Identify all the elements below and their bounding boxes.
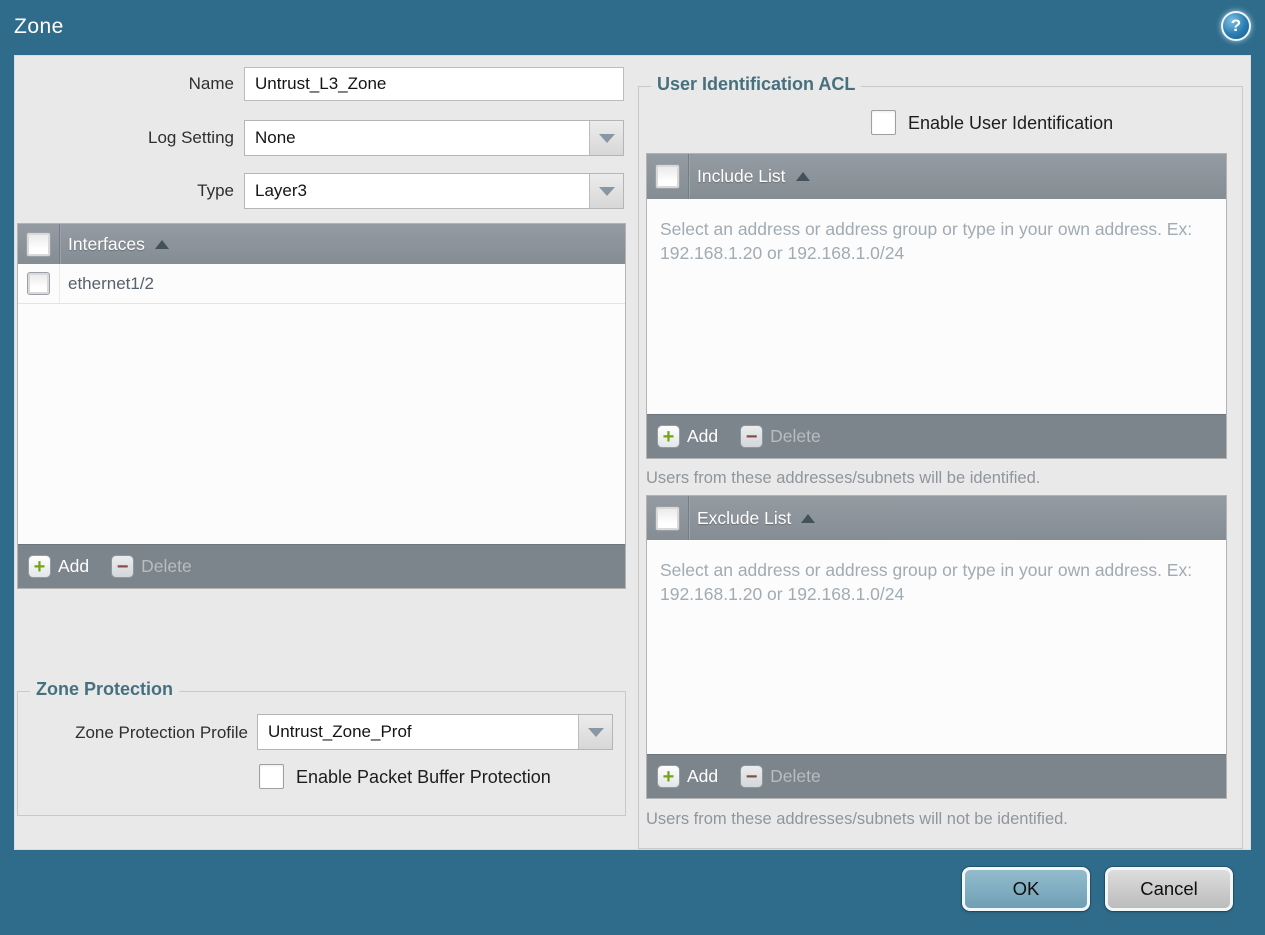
interfaces-table-body: ethernet1/2	[18, 264, 625, 544]
interfaces-select-all-cell	[18, 224, 60, 264]
delete-icon: −	[740, 425, 764, 448]
add-button[interactable]: + Add	[657, 765, 718, 788]
dialog-title: Zone	[14, 15, 64, 38]
log-setting-label: Log Setting	[147, 128, 234, 147]
include-list-table: Include List Select an address or addres…	[646, 153, 1227, 459]
add-label: Add	[687, 426, 719, 446]
chevron-down-icon	[598, 186, 615, 196]
add-icon: +	[28, 555, 51, 578]
exclude-list-placeholder: Select an address or address group or ty…	[660, 560, 1193, 604]
delete-button[interactable]: − Delete	[111, 555, 192, 578]
cancel-button[interactable]: Cancel	[1105, 867, 1233, 911]
ok-button[interactable]: OK	[962, 867, 1090, 911]
table-row[interactable]: ethernet1/2	[18, 264, 625, 304]
exclude-list-column-header[interactable]: Exclude List	[697, 508, 791, 529]
include-list-body[interactable]: Select an address or address group or ty…	[647, 199, 1226, 414]
exclude-list-table: Exclude List Select an address or addres…	[646, 495, 1227, 799]
dialog-body: Name Log Setting None Type Layer3 Interf…	[14, 55, 1251, 850]
chevron-down-icon	[598, 133, 615, 143]
zone-protection-profile-dropdown[interactable]: Untrust_Zone_Prof	[257, 714, 613, 750]
interfaces-table: Interfaces ethernet1/2 + Add − Delete	[17, 223, 626, 589]
help-icon[interactable]: ?	[1221, 11, 1251, 41]
row-checkbox[interactable]	[27, 272, 50, 295]
add-button[interactable]: + Add	[28, 555, 89, 578]
log-setting-dropdown[interactable]: None	[244, 120, 624, 156]
add-label: Add	[58, 556, 90, 576]
dialog-titlebar: Zone ?	[0, 0, 1265, 55]
exclude-select-all-cell	[647, 496, 689, 540]
exclude-list-caption: Users from these addresses/subnets will …	[646, 810, 1068, 828]
sort-ascending-icon[interactable]	[801, 513, 816, 523]
row-checkbox-cell	[18, 264, 60, 303]
include-list-header[interactable]: Include List	[647, 154, 1226, 199]
interfaces-table-header[interactable]: Interfaces	[18, 224, 625, 264]
type-value: Layer3	[255, 181, 307, 200]
name-input[interactable]	[244, 67, 624, 101]
exclude-list-header[interactable]: Exclude List	[647, 496, 1226, 540]
exclude-list-body[interactable]: Select an address or address group or ty…	[647, 540, 1226, 754]
delete-label: Delete	[770, 766, 821, 786]
delete-icon: −	[111, 555, 135, 578]
delete-button[interactable]: − Delete	[740, 765, 821, 788]
zone-protection-profile-label: Zone Protection Profile	[75, 723, 248, 742]
include-select-all-cell	[647, 154, 689, 199]
packet-buffer-protection-label: Enable Packet Buffer Protection	[296, 767, 551, 787]
interface-name: ethernet1/2	[68, 273, 155, 293]
sort-ascending-icon[interactable]	[795, 172, 810, 181]
type-label: Type	[197, 181, 234, 200]
include-list-placeholder: Select an address or address group or ty…	[660, 219, 1193, 263]
enable-user-identification-label: Enable User Identification	[908, 113, 1114, 133]
add-icon: +	[657, 765, 680, 788]
zone-protection-section: Zone Protection	[17, 679, 626, 816]
add-button[interactable]: + Add	[657, 425, 718, 448]
user-identification-acl-legend: User Identification ACL	[651, 74, 862, 95]
enable-user-identification-checkbox[interactable]	[871, 110, 896, 135]
add-icon: +	[657, 425, 680, 448]
interfaces-column-header[interactable]: Interfaces	[68, 234, 145, 255]
log-setting-dropdown-button[interactable]	[589, 121, 623, 155]
chevron-down-icon	[587, 727, 604, 737]
include-list-column-header[interactable]: Include List	[697, 166, 786, 187]
zone-protection-profile-value: Untrust_Zone_Prof	[268, 722, 412, 741]
delete-icon: −	[740, 765, 764, 788]
exclude-list-footer: + Add − Delete	[647, 754, 1226, 798]
interfaces-table-footer: + Add − Delete	[18, 544, 625, 588]
delete-button[interactable]: − Delete	[740, 425, 821, 448]
exclude-select-all-checkbox[interactable]	[655, 505, 680, 531]
log-setting-value: None	[255, 128, 296, 147]
include-list-caption: Users from these addresses/subnets will …	[646, 469, 1041, 487]
add-label: Add	[687, 766, 719, 786]
include-select-all-checkbox[interactable]	[655, 164, 680, 189]
interfaces-select-all-checkbox[interactable]	[26, 231, 51, 257]
include-list-footer: + Add − Delete	[647, 414, 1226, 458]
type-dropdown-button[interactable]	[589, 174, 623, 208]
name-label: Name	[188, 74, 234, 93]
type-dropdown[interactable]: Layer3	[244, 173, 624, 209]
sort-ascending-icon[interactable]	[154, 239, 169, 249]
packet-buffer-protection-checkbox[interactable]	[259, 764, 284, 789]
delete-label: Delete	[141, 556, 192, 576]
delete-label: Delete	[770, 426, 821, 446]
zone-protection-legend: Zone Protection	[30, 679, 180, 700]
zone-protection-profile-dropdown-button[interactable]	[578, 715, 612, 749]
